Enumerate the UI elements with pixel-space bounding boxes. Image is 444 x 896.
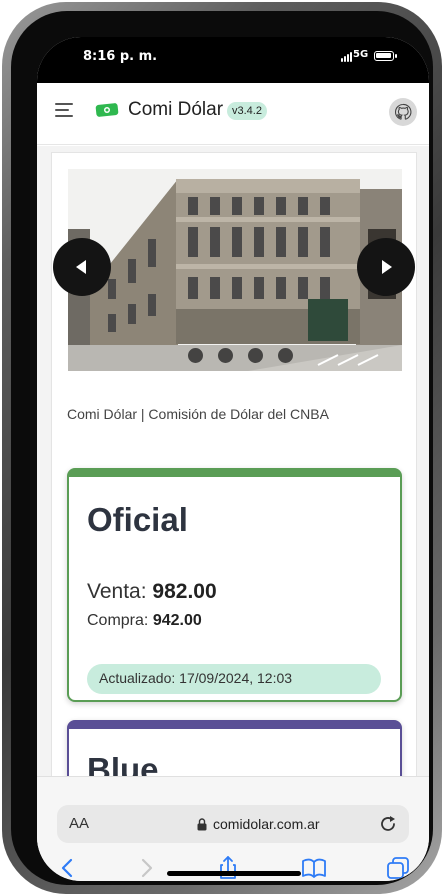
hamburger-icon[interactable] xyxy=(55,103,75,117)
carousel-dot[interactable] xyxy=(188,348,203,363)
status-time: 8:16 p. m. xyxy=(83,49,158,64)
status-bar: 8:16 p. m. 5G xyxy=(37,37,429,83)
screen: 8:16 p. m. 5G Comi Dólar v3.4.2 Comi Dól… xyxy=(37,37,429,881)
carousel-caption: Comi Dólar | Comisión de Dólar del CNBA xyxy=(67,406,329,422)
phone-frame: 8:16 p. m. 5G Comi Dólar v3.4.2 Comi Dól… xyxy=(2,2,442,894)
buy-value: 942.00 xyxy=(152,612,202,629)
dynamic-island xyxy=(171,45,297,75)
lock-icon xyxy=(197,817,207,830)
url-text: comidolar.com.ar xyxy=(213,816,320,832)
carousel-next-button[interactable] xyxy=(357,238,415,296)
chevron-right-icon xyxy=(382,260,392,274)
rate-title: Oficial xyxy=(87,501,188,538)
sell-label: Venta: xyxy=(87,580,147,603)
image-carousel[interactable] xyxy=(68,169,402,371)
money-bill-icon xyxy=(95,103,119,117)
reload-icon[interactable] xyxy=(377,813,399,835)
network-type: 5G xyxy=(353,49,369,60)
carousel-dot[interactable] xyxy=(278,348,293,363)
version-badge: v3.4.2 xyxy=(227,102,267,120)
tabs-icon[interactable] xyxy=(385,855,411,881)
updated-badge: Actualizado: 17/09/2024, 12:03 xyxy=(87,664,381,694)
building-photo xyxy=(68,169,402,371)
signal-icon xyxy=(341,52,352,62)
reader-settings-button[interactable]: AA xyxy=(69,815,89,832)
sell-price: Venta: 982.00 xyxy=(87,580,217,604)
carousel-indicators xyxy=(188,348,293,363)
app-title[interactable]: Comi Dólar xyxy=(128,99,223,121)
browser-bottom-bar: AA comidolar.com.ar xyxy=(37,776,429,881)
buy-label: Compra: xyxy=(87,612,149,629)
carousel-prev-button[interactable] xyxy=(53,238,111,296)
buy-price: Compra: 942.00 xyxy=(87,612,202,630)
carousel-dot[interactable] xyxy=(218,348,233,363)
sell-value: 982.00 xyxy=(152,580,217,603)
back-icon[interactable] xyxy=(55,855,81,881)
app-header: Comi Dólar v3.4.2 xyxy=(37,83,429,145)
share-icon[interactable] xyxy=(215,855,241,881)
forward-icon[interactable] xyxy=(133,855,159,881)
home-indicator xyxy=(167,871,301,876)
rate-card-blue: Blue xyxy=(67,720,402,776)
rate-card-oficial: Oficial Venta: 982.00 Compra: 942.00 Act… xyxy=(67,468,402,702)
url-display[interactable]: comidolar.com.ar xyxy=(197,816,320,832)
rate-title: Blue xyxy=(87,751,159,776)
browser-toolbar xyxy=(37,855,429,881)
phone-bezel: 8:16 p. m. 5G Comi Dólar v3.4.2 Comi Dól… xyxy=(11,11,433,885)
chevron-left-icon xyxy=(76,260,86,274)
book-icon[interactable] xyxy=(301,855,327,881)
github-icon[interactable] xyxy=(389,98,417,126)
carousel-dot[interactable] xyxy=(248,348,263,363)
address-bar[interactable]: AA comidolar.com.ar xyxy=(57,805,409,843)
battery-icon xyxy=(374,51,397,61)
page-content: Comi Dólar | Comisión de Dólar del CNBA … xyxy=(37,146,429,776)
